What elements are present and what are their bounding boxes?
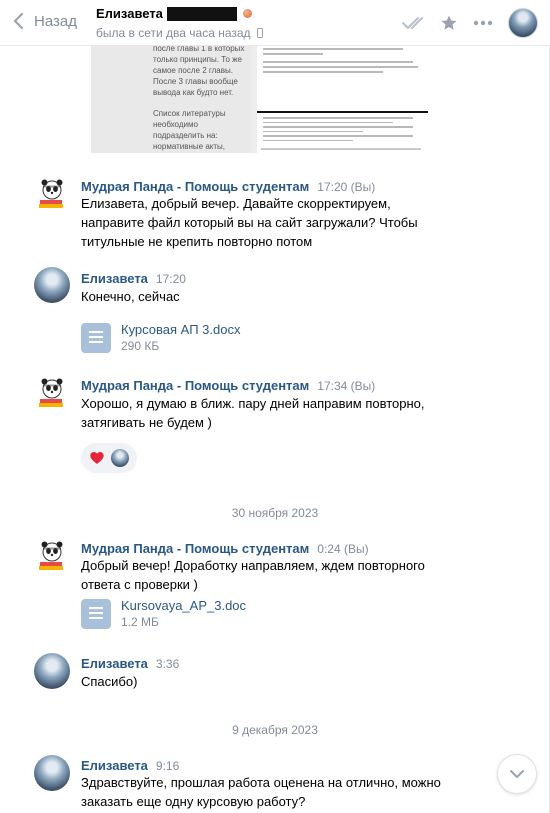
author-name[interactable]: Елизавета <box>81 656 148 671</box>
preview-page <box>257 46 428 153</box>
file-name[interactable]: Kursovaya_AP_3.doc <box>121 598 246 613</box>
message-time[interactable]: 9:16 <box>156 759 179 773</box>
panda-avatar[interactable] <box>34 537 70 573</box>
reactor-avatar <box>111 449 129 467</box>
message: Мудрая Панда - Помощь студентам 0:24 (Вы… <box>0 535 550 635</box>
file-attachment[interactable]: Kursovaya_AP_3.doc 1.2 МБ <box>81 598 246 629</box>
preview-footnotes <box>263 117 422 141</box>
back-button[interactable]: Назад <box>12 12 77 30</box>
message-text: Хорошо, я думаю в ближ. пару дней направ… <box>81 396 425 430</box>
star-icon <box>441 15 457 30</box>
message: Елизавета 3:36 Спасибо) <box>0 650 550 700</box>
message-time[interactable]: 17:20 (Вы) <box>317 180 375 194</box>
read-status-button[interactable] <box>398 6 432 40</box>
scroll-down-button[interactable] <box>497 754 537 794</box>
message-time[interactable]: 17:34 (Вы) <box>317 379 375 393</box>
message: Елизавета 17:20 Конечно, сейчас Курсовая… <box>0 265 550 360</box>
reactions-bar[interactable] <box>81 443 137 473</box>
redaction-bar <box>166 6 237 21</box>
contact-name[interactable]: Елизавета <box>96 6 163 21</box>
author-name[interactable]: Мудрая Панда - Помощь студентам <box>81 378 309 393</box>
message-text: Елизавета, добрый вечер. Давайте скоррек… <box>81 196 418 249</box>
preview-divider <box>257 111 428 113</box>
message-text: Конечно, сейчас <box>81 289 180 304</box>
date-separator: 9 декабря 2023 <box>232 723 318 737</box>
message: Елизавета 9:16 Здравствуйте, прошлая раб… <box>0 752 550 813</box>
message-text: Добрый вечер! Доработку направляем, ждем… <box>81 558 425 592</box>
message-time[interactable]: 0:24 (Вы) <box>317 542 368 556</box>
preview-comment-2: Список литературы необходимо подразделит… <box>153 109 226 151</box>
file-attachment[interactable]: Курсовая АП 3.docx 290 КБ <box>81 322 240 353</box>
chevron-left-icon <box>13 12 24 30</box>
preview-text-lines <box>263 48 422 73</box>
panda-icon <box>39 179 63 208</box>
file-size: 1.2 МБ <box>121 615 159 629</box>
message-time[interactable]: 17:20 <box>156 272 186 286</box>
panda-icon <box>39 541 63 570</box>
file-name[interactable]: Курсовая АП 3.docx <box>121 322 240 337</box>
file-size: 290 КБ <box>121 339 160 353</box>
document-preview-image[interactable]: после главы 1 в которых только принципы.… <box>91 46 428 153</box>
panda-avatar[interactable] <box>34 374 70 410</box>
document-icon <box>81 598 111 629</box>
message-text: Спасибо) <box>81 674 138 689</box>
document-icon <box>81 322 111 353</box>
chat-header: Назад Елизавета была в сети два часа наз… <box>0 0 550 46</box>
contact-avatar[interactable] <box>508 8 538 38</box>
panda-avatar[interactable] <box>34 175 70 211</box>
user-avatar[interactable] <box>34 653 70 689</box>
heart-icon <box>90 452 104 464</box>
contact-info[interactable]: Елизавета была в сети два часа назад <box>96 6 263 40</box>
emoji-status-icon <box>242 9 252 18</box>
message-time[interactable]: 3:36 <box>156 657 179 671</box>
author-name[interactable]: Елизавета <box>81 271 148 286</box>
favorite-button[interactable] <box>432 6 466 40</box>
preview-bottom-line <box>261 148 421 150</box>
user-avatar[interactable] <box>34 267 70 303</box>
mobile-phone-icon <box>256 28 263 38</box>
user-avatar[interactable] <box>34 755 70 791</box>
chevron-down-icon <box>510 770 524 778</box>
author-name[interactable]: Мудрая Панда - Помощь студентам <box>81 541 309 556</box>
author-name[interactable]: Мудрая Панда - Помощь студентам <box>81 179 309 194</box>
double-check-icon <box>402 17 423 29</box>
more-button[interactable] <box>466 6 500 40</box>
message: Мудрая Панда - Помощь студентам 17:20 (В… <box>0 173 550 253</box>
message: Мудрая Панда - Помощь студентам 17:34 (В… <box>0 372 550 482</box>
message-text: Здравствуйте, прошлая работа оценена на … <box>81 775 441 809</box>
ellipsis-icon <box>473 20 493 26</box>
panda-icon <box>39 378 63 407</box>
back-label: Назад <box>34 12 77 30</box>
preview-comment-1: после главы 1 в которых только принципы.… <box>153 46 245 97</box>
author-name[interactable]: Елизавета <box>81 758 148 773</box>
date-separator: 30 ноября 2023 <box>231 506 319 520</box>
online-status: была в сети два часа назад <box>96 26 251 40</box>
preview-comments: после главы 1 в которых только принципы.… <box>91 46 251 153</box>
